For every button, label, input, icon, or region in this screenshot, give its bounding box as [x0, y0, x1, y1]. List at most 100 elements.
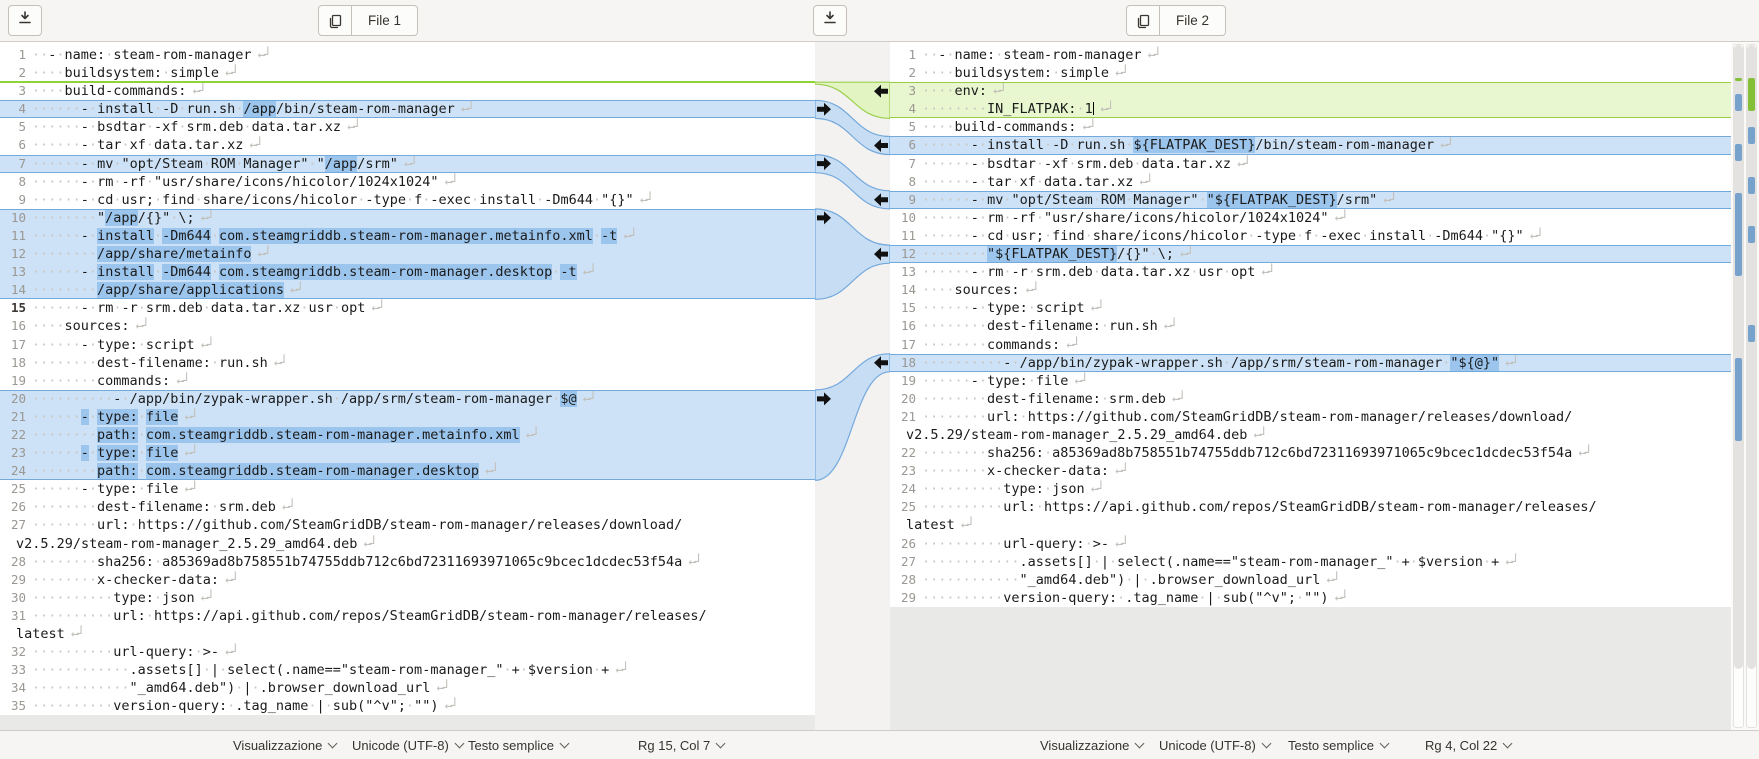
syntax-menu-left[interactable]: Testo semplice [468, 731, 568, 759]
newline-symbol: ←┘ [1020, 282, 1038, 298]
code-line: 31··········url:·https://api.github.com/… [0, 607, 815, 625]
newline-symbol: ←┘ [987, 83, 1005, 99]
code-line: 5······-·bsdtar·-xf·srm.deb·data.tar.xz … [0, 118, 815, 136]
code-line: 1··-·name:·steam-rom-manager ←┘ [0, 46, 815, 64]
newline-symbol: ←┘ [1060, 337, 1078, 353]
encoding-menu-right[interactable]: Unicode (UTF-8) [1159, 731, 1270, 759]
line-number: 7 [890, 155, 916, 173]
cursor-position-left[interactable]: Rg 15, Col 7 [638, 731, 724, 759]
newline-symbol: ←┘ [438, 698, 456, 714]
line-number: 23 [890, 462, 916, 480]
save-file1-button[interactable] [8, 5, 42, 36]
line-number: 8 [0, 173, 26, 191]
newline-symbol: ←┘ [455, 101, 473, 117]
newline-symbol: ←┘ [219, 572, 237, 588]
code-line: 4······-·install·-D·run.sh·/app/bin/stea… [0, 100, 815, 118]
newline-symbol: ←┘ [186, 83, 204, 99]
save-file2-button[interactable] [813, 5, 847, 36]
line-number: 8 [890, 173, 916, 191]
encoding-menu-left[interactable]: Unicode (UTF-8) [352, 731, 463, 759]
code-line: 7······-·bsdtar·-xf·srm.deb·data.tar.xz … [890, 155, 1731, 173]
line-number: 16 [890, 317, 916, 335]
code-line: 2····buildsystem:·simple ←┘ [890, 64, 1731, 82]
code-line: 25··········url:·https://api.github.com/… [890, 498, 1731, 516]
newline-symbol: ←┘ [1231, 156, 1249, 172]
newline-symbol: ←┘ [1377, 192, 1395, 208]
code-line: 30··········type:·json ←┘ [0, 589, 815, 607]
diff-workspace: 1··-·name:·steam-rom-manager ←┘2····buil… [0, 42, 1759, 730]
newline-symbol: ←┘ [1328, 210, 1346, 226]
cursor-position-right[interactable]: Rg 4, Col 22 [1425, 731, 1511, 759]
code-line: 27········url:·https://github.com/SteamG… [0, 516, 815, 534]
after-eof-area [0, 715, 815, 729]
code-line: 10······-·rm·-rf·"usr/share/icons/hicolo… [890, 209, 1731, 227]
line-number: 21 [890, 408, 916, 426]
code-line: 35··········version-query:·.tag_name·|·s… [0, 697, 815, 715]
line-number: 26 [890, 535, 916, 553]
newline-symbol: ←┘ [276, 499, 294, 515]
line-number: 31 [0, 607, 26, 625]
line-number: 20 [0, 390, 26, 408]
view-menu-right[interactable]: Visualizzazione [1040, 731, 1143, 759]
editor-pane-file2[interactable]: 1··-·name:·steam-rom-manager ←┘2····buil… [890, 42, 1731, 730]
newline-symbol: ←┘ [1109, 65, 1127, 81]
newline-symbol: ←┘ [520, 427, 538, 443]
newline-symbol: ←┘ [1174, 246, 1192, 262]
line-number: 22 [0, 426, 26, 444]
statusbar: Visualizzazione Unicode (UTF-8) Testo se… [0, 730, 1759, 759]
newline-symbol: ←┘ [1076, 119, 1094, 135]
newline-symbol: ←┘ [341, 119, 359, 135]
newline-symbol: ←┘ [284, 282, 302, 298]
chunk-map-2[interactable] [1746, 44, 1757, 728]
code-line: 1··-·name:·steam-rom-manager ←┘ [890, 46, 1731, 64]
line-number: 17 [0, 336, 26, 354]
chevron-down-icon [1135, 738, 1145, 748]
file1-button[interactable]: File 1 [318, 5, 418, 36]
chunk-map-1[interactable] [1733, 44, 1744, 728]
line-number: 27 [890, 553, 916, 571]
line-number: 2 [890, 64, 916, 82]
newline-symbol: ←┘ [609, 662, 627, 678]
file2-button[interactable]: File 2 [1126, 5, 1226, 36]
code-line: 14········/app/share/applications ←┘ [0, 281, 815, 299]
newline-symbol: ←┘ [1068, 373, 1086, 389]
code-line: 33············.assets[]·|·select(.name==… [0, 661, 815, 679]
chevron-down-icon [1380, 738, 1390, 748]
newline-symbol: ←┘ [195, 210, 213, 226]
code-line: 12········"${FLATPAK_DEST}/{}"·\; ←┘ [890, 245, 1731, 263]
file2-label: File 2 [1160, 5, 1226, 36]
line-number: 3 [890, 82, 916, 100]
code-line: 18········dest-filename:·run.sh ←┘ [0, 354, 815, 372]
newline-symbol: ←┘ [178, 481, 196, 497]
diff-chunk-band [815, 354, 890, 481]
newline-symbol: ←┘ [1166, 391, 1184, 407]
code-line: 28········sha256:·a85369ad8b758551b74755… [0, 553, 815, 571]
meld-diff-window: { "toolbar": { "file1_label": "File 1", … [0, 0, 1759, 759]
code-line: latest ←┘ [0, 625, 815, 643]
chevron-down-icon [1261, 738, 1271, 748]
save-icon [822, 10, 838, 31]
newline-symbol: ←┘ [577, 264, 595, 280]
newline-symbol: ←┘ [479, 463, 497, 479]
newline-symbol: ←┘ [430, 680, 448, 696]
code-line: 15······-·rm·-r·srm.deb·data.tar.xz·usr·… [0, 299, 815, 317]
scrollbar-thumb[interactable] [1734, 45, 1743, 669]
line-number: 10 [890, 209, 916, 227]
line-number: 22 [890, 444, 916, 462]
newline-symbol: ←┘ [1320, 572, 1338, 588]
newline-symbol: ←┘ [398, 156, 416, 172]
editor-pane-file1[interactable]: 1··-·name:·steam-rom-manager ←┘2····buil… [0, 42, 815, 730]
syntax-menu-right[interactable]: Testo semplice [1288, 731, 1388, 759]
newline-symbol: ←┘ [1255, 264, 1273, 280]
line-number: 9 [890, 191, 916, 209]
newline-symbol: ←┘ [1434, 137, 1452, 153]
copy-document-icon [318, 5, 352, 36]
scrollbar-thumb[interactable] [1747, 45, 1756, 669]
view-menu-left[interactable]: Visualizzazione [233, 731, 336, 759]
newline-symbol: ←┘ [1109, 463, 1127, 479]
newline-symbol: ←┘ [365, 300, 383, 316]
code-line: 25······-·type:·file ←┘ [0, 480, 815, 498]
diff-overview-scrollbars[interactable] [1731, 42, 1759, 730]
line-number: 15 [0, 299, 26, 317]
code-line: 16····sources: ←┘ [0, 317, 815, 335]
